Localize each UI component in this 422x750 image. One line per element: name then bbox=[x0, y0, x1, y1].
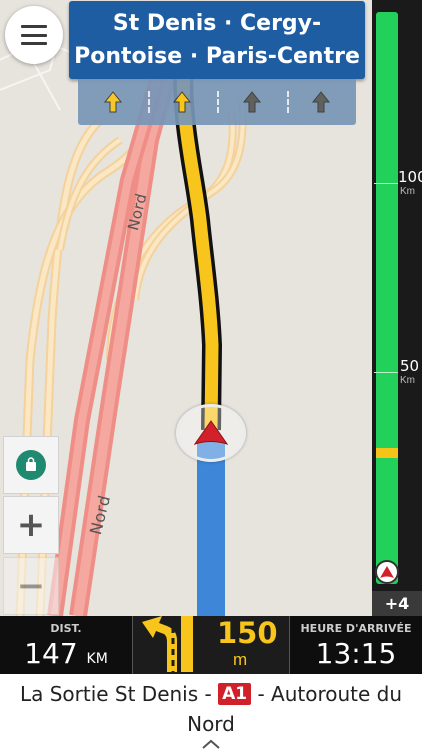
arrow-up-icon bbox=[173, 91, 192, 113]
minus-icon: − bbox=[16, 566, 46, 606]
menu-button[interactable] bbox=[5, 6, 63, 64]
arrow-up-icon bbox=[103, 91, 122, 113]
distance-unit: KM bbox=[86, 651, 108, 667]
progress-mark-unit: Km bbox=[400, 375, 415, 386]
next-turn-unit: m bbox=[233, 650, 248, 669]
direction-sign: St Denis · Cergy- Pontoise · Paris-Centr… bbox=[69, 1, 365, 79]
progress-mark-unit: Km bbox=[400, 186, 415, 197]
chevron-up-icon[interactable] bbox=[201, 737, 221, 750]
sign-line-2: Pontoise · Paris-Centre bbox=[74, 44, 360, 69]
lane-guidance bbox=[78, 79, 356, 125]
arrow-up-icon bbox=[312, 91, 331, 113]
progress-tick bbox=[374, 183, 398, 184]
next-turn-distance: 150 bbox=[217, 616, 278, 650]
hamburger-icon bbox=[21, 25, 47, 45]
progress-tick bbox=[374, 372, 398, 373]
lane-1 bbox=[78, 79, 148, 125]
distance-value: 147 bbox=[24, 637, 78, 670]
lane-2 bbox=[147, 79, 218, 125]
progress-mark-value: 100 bbox=[398, 168, 422, 186]
trip-info-bar: DIST. 147 KM 150 m HEURE D'ARRIVÉE 13:15 bbox=[0, 616, 422, 674]
distance-label: DIST. bbox=[50, 622, 82, 635]
shopping-bag-icon bbox=[16, 450, 46, 480]
eta-value: 13:15 bbox=[315, 637, 397, 670]
progress-segment-warning bbox=[376, 448, 398, 458]
route-progress-bar: 100 Km 50 Km bbox=[372, 0, 422, 616]
position-arrow-icon bbox=[194, 420, 228, 445]
street-prefix: La Sortie St Denis - bbox=[19, 682, 212, 706]
lane-4 bbox=[286, 79, 357, 125]
distance-value-row: 147 KM bbox=[0, 637, 132, 670]
plus-icon: + bbox=[16, 505, 46, 545]
progress-track bbox=[376, 12, 398, 584]
turn-left-lane-icon bbox=[142, 616, 193, 672]
road-number-badge: A1 bbox=[218, 683, 252, 705]
progress-mark-value: 50 bbox=[400, 357, 420, 375]
current-position-marker bbox=[176, 404, 246, 462]
zoom-out-button[interactable]: − bbox=[3, 557, 59, 615]
distance-panel[interactable]: DIST. 147 KM bbox=[0, 616, 132, 674]
lane-3 bbox=[217, 79, 287, 125]
sign-line-1: St Denis · Cergy- bbox=[112, 11, 322, 36]
zoom-in-button[interactable]: + bbox=[3, 496, 59, 554]
eta-panel[interactable]: HEURE D'ARRIVÉE 13:15 bbox=[290, 616, 422, 674]
next-turn-panel[interactable]: 150 m bbox=[132, 616, 290, 674]
poi-button[interactable] bbox=[3, 436, 59, 494]
arrow-up-icon bbox=[242, 91, 261, 113]
extra-count: +4 bbox=[372, 591, 422, 616]
vehicle-icon bbox=[375, 560, 399, 584]
eta-label: HEURE D'ARRIVÉE bbox=[300, 622, 412, 635]
